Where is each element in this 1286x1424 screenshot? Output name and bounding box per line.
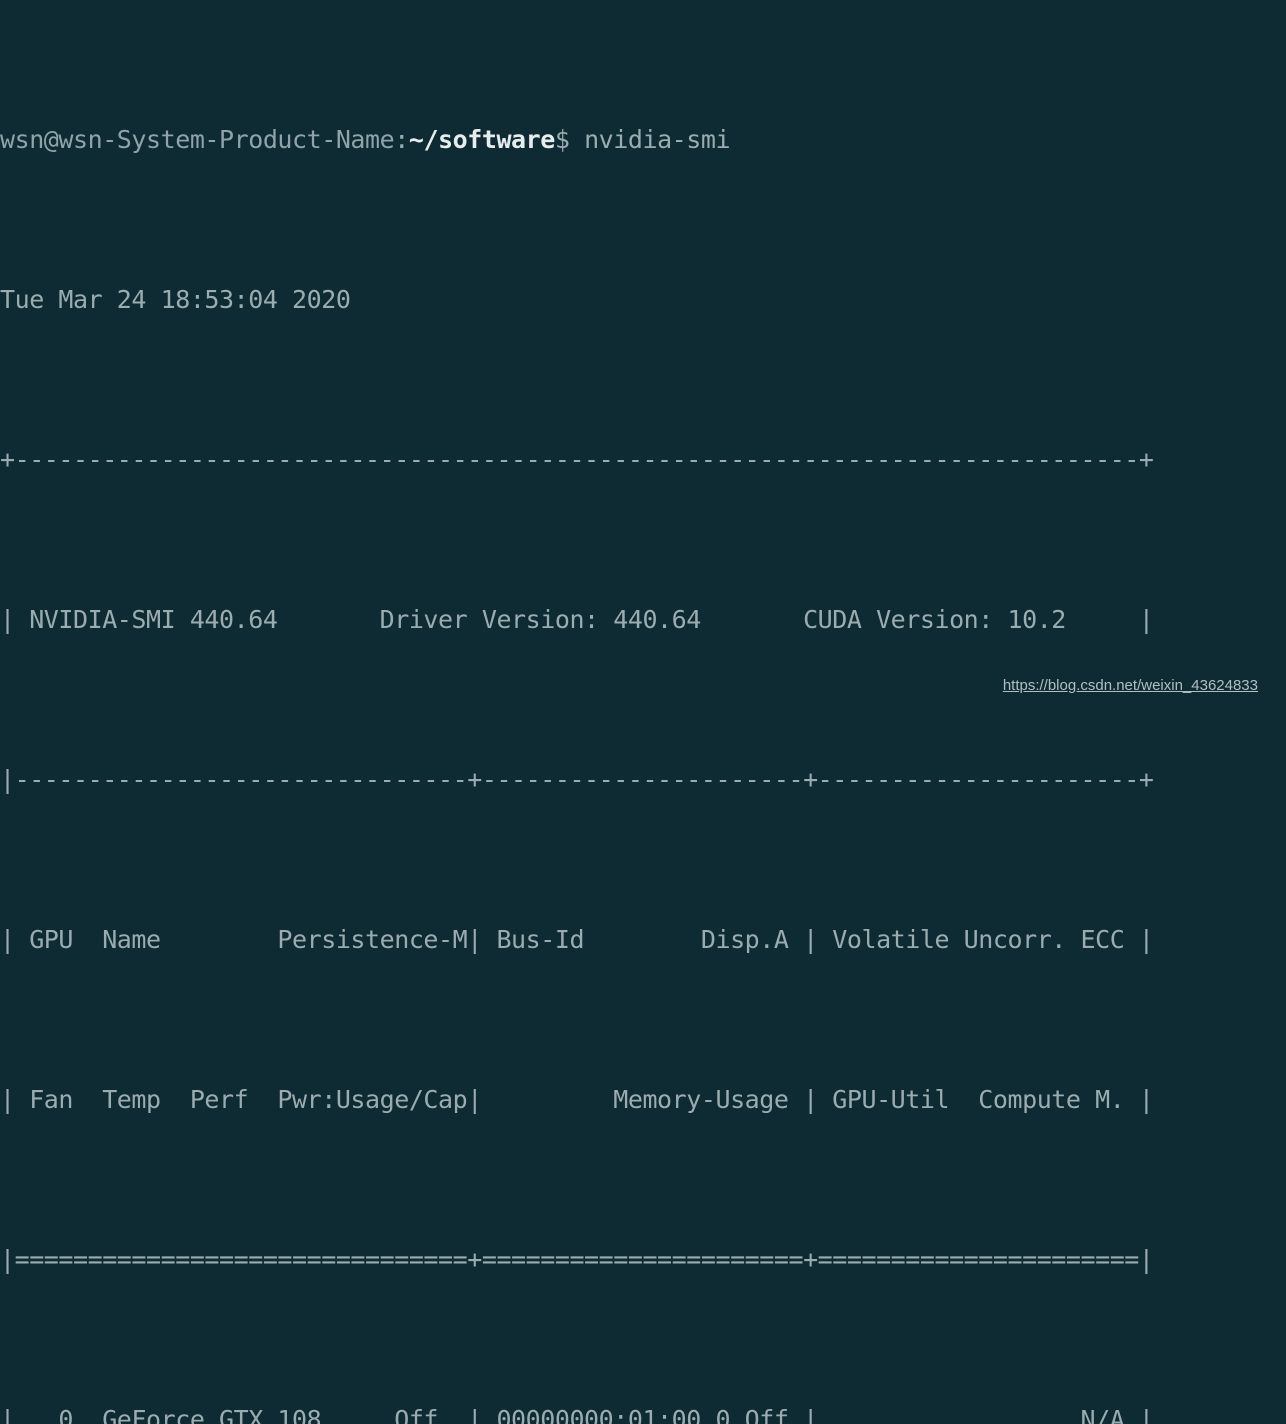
header-divider: |-------------------------------+-------… <box>0 760 1286 800</box>
column-header-row-2: | Fan Temp Perf Pwr:Usage/Cap| Memory-Us… <box>0 1080 1286 1120</box>
nvidia-smi-header: | NVIDIA-SMI 440.64 Driver Version: 440.… <box>0 600 1286 640</box>
terminal-window[interactable]: wsn@wsn-System-Product-Name:~/software$ … <box>0 0 1286 712</box>
prompt-colon: : <box>394 125 409 154</box>
prompt-user-host: wsn@wsn-System-Product-Name <box>0 125 394 154</box>
watermark-url: https://blog.csdn.net/weixin_43624833 <box>1003 666 1258 706</box>
gpu-row-primary: | 0 GeForce GTX 108... Off | 00000000:01… <box>0 1400 1286 1424</box>
column-header-row-1: | GPU Name Persistence-M| Bus-Id Disp.A … <box>0 920 1286 960</box>
prompt-line: wsn@wsn-System-Product-Name:~/software$ … <box>0 120 1286 160</box>
table-border-top: +---------------------------------------… <box>0 440 1286 480</box>
output-timestamp: Tue Mar 24 18:53:04 2020 <box>0 280 1286 320</box>
command-text: nvidia-smi <box>584 125 730 154</box>
prompt-sigil: $ <box>555 125 584 154</box>
prompt-path: ~/software <box>409 125 555 154</box>
column-header-separator: |===============================+=======… <box>0 1240 1286 1280</box>
